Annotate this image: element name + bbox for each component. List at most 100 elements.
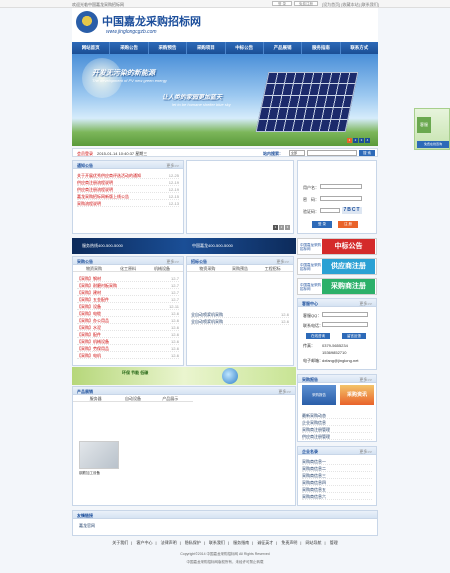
report-thumb-2[interactable]: 采购资讯 [340, 385, 374, 405]
list-item[interactable]: 全自动喷浆机采购 12-6 [191, 318, 289, 325]
slider-num[interactable]: 1 [273, 225, 278, 230]
list-item[interactable]: 【采购】水泥 12-6 [77, 324, 179, 331]
nav-item-purchase-project[interactable]: 采购项目 [187, 42, 226, 54]
list-item[interactable]: 【采购】办公用品 12-6 [77, 317, 179, 324]
nav-item-products[interactable]: 产品展销 [264, 42, 303, 54]
friend-link[interactable]: 嘉龙官网 [79, 523, 95, 529]
footer-link[interactable]: 法律声明 [161, 540, 177, 545]
site-title[interactable]: 中国嘉龙采购招标网 [102, 13, 201, 29]
banner-dot[interactable]: 1 [347, 138, 352, 143]
side-bid-notice-button[interactable]: 中国嘉龙采购招标网 中标公告 [297, 238, 377, 255]
item-title[interactable]: 【采购】建材 [77, 289, 101, 295]
list-item[interactable]: 供应商注册流程说明 12-19 [77, 186, 179, 193]
username-input[interactable] [320, 184, 362, 189]
item-title[interactable]: 采购商信息一 [302, 458, 326, 464]
item-title[interactable]: 【采购】电机 [77, 352, 101, 358]
item-title[interactable]: 供应商注册流程说明 [77, 186, 113, 192]
footer-link[interactable]: 管理 [330, 540, 338, 545]
item-title[interactable]: 【采购】耐磨衬板采购 [77, 282, 117, 288]
item-title[interactable]: 【采购】设备 [77, 303, 101, 309]
item-title[interactable]: 嘉龙采购招标网新版上线公告 [77, 193, 129, 199]
item-title[interactable]: 【采购】办公用品 [77, 317, 109, 323]
captcha-input[interactable] [320, 208, 340, 213]
list-item[interactable]: 【采购】配件 12-6 [77, 331, 179, 338]
item-title[interactable]: 【采购】机械设备 [77, 338, 109, 344]
item-title[interactable]: 采购商信息二 [302, 465, 326, 471]
nav-item-bid-notice[interactable]: 中标公告 [226, 42, 264, 54]
list-item[interactable]: 关于开展优秀供应商评选活动的通知 12-25 [77, 172, 179, 179]
member-login-button[interactable]: 登 录 [312, 221, 332, 228]
item-title[interactable]: 采购商信息五 [302, 486, 326, 492]
list-item[interactable]: 采购商注册管理 [302, 426, 372, 433]
item-title[interactable]: 【采购】电缆 [77, 310, 101, 316]
list-item[interactable]: 企业采购信息 [302, 419, 372, 426]
item-title[interactable]: 【采购】五金配件 [77, 296, 109, 302]
tab-showcase[interactable]: 产品展示 [152, 396, 189, 401]
list-item[interactable]: 采购商信息四 [302, 479, 372, 486]
list-item[interactable]: 【采购】电缆 12-6 [77, 310, 179, 317]
enterprise-more-link[interactable]: 更多>> [359, 449, 372, 455]
list-item[interactable]: 采购流程说明 12-13 [77, 200, 179, 207]
list-item[interactable]: 采购商信息一 [302, 458, 372, 465]
footer-link[interactable]: 网站导航 [306, 540, 322, 545]
tab-engineering[interactable]: 工程招标 [256, 266, 289, 271]
list-item[interactable]: 【采购】电机 12-6 [77, 352, 179, 359]
item-title[interactable]: 【采购】钢材 [77, 275, 101, 281]
footer-link[interactable]: 诚征英才 [257, 540, 273, 545]
item-title[interactable]: 采购商信息三 [302, 472, 326, 478]
nav-item-contact[interactable]: 联系方式 [341, 42, 378, 54]
nav-item-purchase-preview[interactable]: 采购预告 [149, 42, 188, 54]
member-register-button[interactable]: 注 册 [338, 221, 358, 228]
list-item[interactable]: 供应商注册流程说明 12-19 [77, 179, 179, 186]
report-thumb-1[interactable]: 采购报告 [302, 385, 336, 405]
list-item[interactable]: 采购商信息六 [302, 493, 372, 500]
list-item[interactable]: 采购商信息二 [302, 465, 372, 472]
nav-item-purchase-notice[interactable]: 采购公告 [110, 42, 149, 54]
product-caption[interactable]: 钢筋加工设备 [79, 471, 100, 476]
list-item[interactable]: 【采购】劳保用品 12-6 [77, 345, 179, 352]
banner-dot[interactable]: 2 [353, 138, 358, 143]
feedback-button[interactable]: 留言反馈 [342, 333, 366, 339]
service-ad-bar[interactable]: 服务热线400-500-5000 中国嘉龙400-500-5000 [72, 238, 296, 254]
list-item[interactable]: 采购商信息五 [302, 486, 372, 493]
footer-link[interactable]: 服务指南 [233, 540, 249, 545]
report-more-link[interactable]: 更多>> [359, 377, 372, 383]
nav-item-service[interactable]: 服务指南 [302, 42, 341, 54]
search-input[interactable] [307, 150, 357, 156]
hero-banner[interactable]: 开发无污染的新能源 The development of PV new gree… [72, 54, 378, 146]
tab-chemical[interactable]: 化工原料 [111, 266, 145, 271]
captcha-image[interactable]: 7BCT [342, 207, 362, 214]
tab-server[interactable]: 服务器 [77, 396, 114, 401]
tab-material[interactable]: 物资采购 [77, 266, 111, 271]
online-consult-button[interactable]: 在线咨询 [306, 333, 330, 339]
search-button[interactable]: 搜 索 [359, 150, 375, 156]
side-buyer-register-button[interactable]: 中国嘉龙采购招标网 采购商注册 [297, 278, 377, 295]
list-item[interactable]: 采购商信息三 [302, 472, 372, 479]
item-title[interactable]: 采购商注册管理 [302, 426, 330, 432]
list-item[interactable]: 全自动喷浆机采购 12-6 [191, 311, 289, 318]
footer-link[interactable]: 联系我们 [209, 540, 225, 545]
floating-service-ad[interactable]: 客服 免费在线咨询 [414, 108, 450, 150]
register-button[interactable]: 免费注册 [294, 1, 318, 6]
item-title[interactable]: 采购商信息四 [302, 479, 326, 485]
slider-num[interactable]: 3 [285, 225, 290, 230]
list-item[interactable]: 供应商注册管理 [302, 433, 372, 440]
list-item[interactable]: 【采购】设备 12-11 [77, 303, 179, 310]
free-consult-button[interactable]: 免费在线咨询 [417, 141, 449, 148]
list-item[interactable]: 【采购】钢材 12-7 [77, 275, 179, 282]
item-title[interactable]: 【采购】劳保用品 [77, 345, 109, 351]
item-title[interactable]: 【采购】水泥 [77, 324, 101, 330]
service-more-link[interactable]: 更多>> [359, 301, 372, 307]
notice-more-link[interactable]: 更多>> [166, 163, 179, 169]
footer-link[interactable]: 隐私保护 [185, 540, 201, 545]
products-more-link[interactable]: 更多>> [278, 389, 291, 395]
image-slider-panel[interactable]: 1 2 3 [186, 160, 294, 234]
tab-auto-equipment[interactable]: 自动设备 [114, 396, 151, 401]
slider-num[interactable]: 2 [279, 225, 284, 230]
list-item[interactable]: 最新采购动态 [302, 412, 372, 419]
list-item[interactable]: 【采购】机械设备 12-6 [77, 338, 179, 345]
item-title[interactable]: 供应商注册流程说明 [77, 179, 113, 185]
phone-input[interactable] [322, 322, 368, 327]
item-title[interactable]: 全自动喷浆机采购 [191, 311, 223, 317]
tab-material[interactable]: 物资采购 [191, 266, 224, 271]
